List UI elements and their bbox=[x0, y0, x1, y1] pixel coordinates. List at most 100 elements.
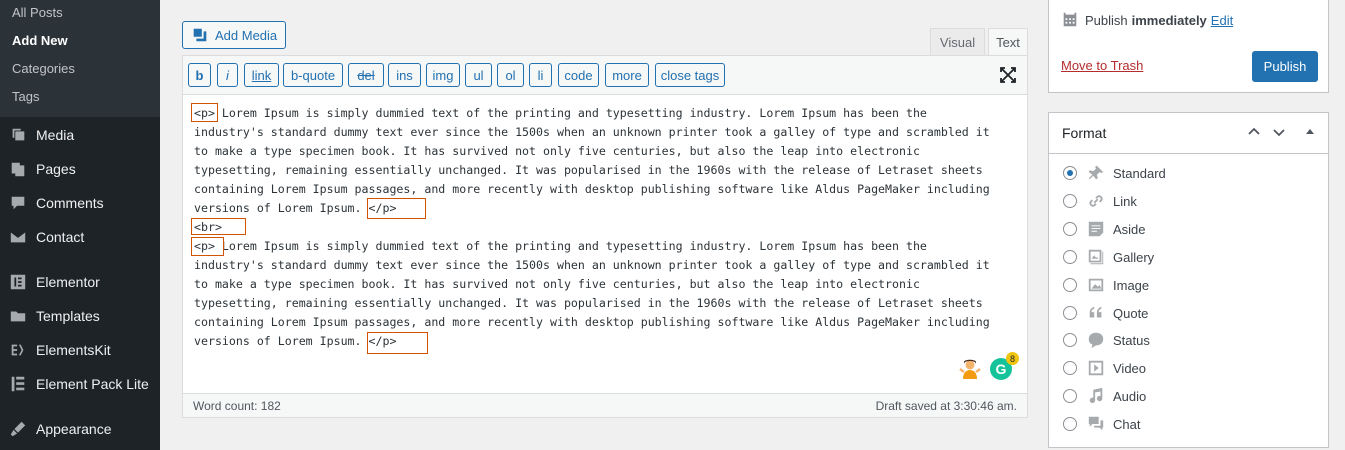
editor-line: typesetting, remaining essentially uncha… bbox=[194, 296, 983, 310]
format-radio[interactable] bbox=[1063, 194, 1077, 208]
move-to-trash-link[interactable]: Move to Trash bbox=[1061, 58, 1143, 73]
draft-saved-status: Draft saved at 3:30:46 am. bbox=[875, 398, 1017, 413]
qt-bquote-button[interactable]: b-quote bbox=[283, 63, 343, 87]
format-title: Format bbox=[1062, 125, 1107, 141]
format-box-header: Format bbox=[1049, 113, 1328, 154]
tab-visual[interactable]: Visual bbox=[930, 28, 985, 55]
format-option-chat[interactable]: Chat bbox=[1063, 414, 1140, 434]
media-icon bbox=[0, 126, 36, 144]
publish-label: Publish bbox=[1085, 12, 1128, 28]
link-icon bbox=[1086, 191, 1106, 211]
format-radio[interactable] bbox=[1063, 166, 1077, 180]
submenu-add-new[interactable]: Add New bbox=[12, 33, 68, 49]
format-option-aside[interactable]: Aside bbox=[1063, 219, 1146, 239]
sidebar-item-element-pack[interactable]: Element Pack Lite bbox=[0, 367, 160, 401]
sidebar-item-label: Comments bbox=[36, 195, 104, 211]
submenu-all-posts[interactable]: All Posts bbox=[12, 5, 63, 21]
format-label: Audio bbox=[1113, 388, 1147, 404]
editor-line: <p> Lorem Ipsum is simply dummied text o… bbox=[194, 106, 927, 120]
format-radio[interactable] bbox=[1063, 222, 1077, 236]
format-option-standard[interactable]: Standard bbox=[1063, 163, 1166, 183]
sidebar-item-elementor[interactable]: Elementor bbox=[0, 265, 160, 299]
qt-img-button[interactable]: img bbox=[426, 63, 460, 87]
editor-line: to make a type specimen book. It has sur… bbox=[194, 144, 920, 158]
tag-highlight-box bbox=[191, 218, 246, 235]
templates-icon bbox=[0, 307, 36, 325]
format-radio[interactable] bbox=[1063, 417, 1077, 431]
sidebar-item-media[interactable]: Media bbox=[0, 118, 160, 152]
sidebar-item-elementskit[interactable]: ElementsKit bbox=[0, 333, 160, 367]
format-option-audio[interactable]: Audio bbox=[1063, 386, 1146, 406]
sidebar-item-appearance[interactable]: Appearance bbox=[0, 412, 160, 446]
qt-del-button[interactable]: del bbox=[348, 63, 384, 87]
format-radio[interactable] bbox=[1063, 278, 1077, 292]
pin-icon bbox=[1086, 163, 1106, 183]
publish-schedule: Publish immediately Edit bbox=[1061, 11, 1233, 29]
format-label: Gallery bbox=[1113, 249, 1155, 265]
tag-highlight-box bbox=[367, 332, 428, 354]
sidebar-item-templates[interactable]: Templates bbox=[0, 299, 160, 333]
editor-line: containing Lorem Ipsum passages, and mor… bbox=[194, 182, 990, 196]
toggle-panel-icon[interactable] bbox=[1302, 124, 1318, 140]
appearance-icon bbox=[0, 420, 36, 438]
qt-ul-button[interactable]: ul bbox=[465, 63, 492, 87]
contact-icon bbox=[0, 228, 36, 246]
qt-link-button[interactable]: link bbox=[244, 63, 279, 87]
qt-ins-button[interactable]: ins bbox=[388, 63, 421, 87]
publish-when: immediately bbox=[1131, 12, 1207, 28]
grammarly-count-badge: 8 bbox=[1006, 352, 1019, 365]
add-media-button[interactable]: Add Media bbox=[182, 21, 286, 49]
editor-line: typesetting, remaining essentially uncha… bbox=[194, 163, 983, 177]
format-option-video[interactable]: Video bbox=[1063, 358, 1146, 378]
format-label: Aside bbox=[1113, 221, 1146, 237]
format-option-image[interactable]: Image bbox=[1063, 275, 1149, 295]
editor-line: <p> Lorem Ipsum is simply dummied text o… bbox=[194, 239, 927, 253]
quote-icon bbox=[1086, 303, 1106, 323]
qt-li-button[interactable]: li bbox=[529, 63, 552, 87]
format-radio[interactable] bbox=[1063, 361, 1077, 375]
format-radio[interactable] bbox=[1063, 333, 1077, 347]
qt-close-tags-button[interactable]: close tags bbox=[655, 63, 725, 87]
submenu-categories[interactable]: Categories bbox=[12, 61, 75, 77]
qt-more-button[interactable]: more bbox=[605, 63, 649, 87]
sidebar-item-comments[interactable]: Comments bbox=[0, 186, 160, 220]
format-option-gallery[interactable]: Gallery bbox=[1063, 247, 1154, 267]
publish-box: Publish immediately Edit Move to Trash P… bbox=[1048, 0, 1329, 93]
format-label: Link bbox=[1113, 193, 1137, 209]
format-radio[interactable] bbox=[1063, 306, 1077, 320]
element-pack-icon bbox=[0, 375, 36, 393]
format-radio[interactable] bbox=[1063, 389, 1077, 403]
format-label: Standard bbox=[1113, 165, 1166, 181]
qt-code-button[interactable]: code bbox=[558, 63, 599, 87]
comments-icon bbox=[0, 194, 36, 212]
publish-button[interactable]: Publish bbox=[1252, 51, 1318, 82]
tab-text[interactable]: Text bbox=[988, 28, 1028, 56]
format-option-link[interactable]: Link bbox=[1063, 191, 1137, 211]
image-icon bbox=[1086, 275, 1106, 295]
qt-ol-button[interactable]: ol bbox=[497, 63, 524, 87]
move-up-icon[interactable] bbox=[1246, 124, 1262, 140]
editor-textarea[interactable]: <p> Lorem Ipsum is simply dummied text o… bbox=[194, 104, 1024, 389]
gallery-icon bbox=[1086, 247, 1106, 267]
qt-bold-button[interactable]: b bbox=[188, 63, 211, 87]
edit-schedule-link[interactable]: Edit bbox=[1211, 13, 1233, 28]
aside-icon bbox=[1086, 219, 1106, 239]
format-option-quote[interactable]: Quote bbox=[1063, 303, 1148, 323]
sidebar-item-label: Templates bbox=[36, 308, 100, 324]
video-icon bbox=[1086, 358, 1106, 378]
sidebar-item-contact[interactable]: Contact bbox=[0, 220, 160, 254]
sidebar-item-label: Element Pack Lite bbox=[36, 376, 149, 392]
format-radio[interactable] bbox=[1063, 250, 1077, 264]
format-option-status[interactable]: Status bbox=[1063, 330, 1150, 350]
shrug-emoji-icon[interactable] bbox=[959, 358, 981, 380]
sidebar-item-pages[interactable]: Pages bbox=[0, 152, 160, 186]
add-media-label: Add Media bbox=[215, 27, 278, 43]
submenu-tags[interactable]: Tags bbox=[12, 89, 39, 105]
fullscreen-icon[interactable] bbox=[999, 66, 1017, 84]
text-editor: b i link b-quote del ins img ul ol li co… bbox=[182, 55, 1028, 418]
format-label: Chat bbox=[1113, 416, 1141, 432]
admin-sidebar: All Posts Add New Categories Tags Media … bbox=[0, 0, 160, 450]
qt-italic-button[interactable]: i bbox=[217, 63, 238, 87]
elementor-icon bbox=[0, 273, 36, 291]
move-down-icon[interactable] bbox=[1271, 124, 1287, 140]
